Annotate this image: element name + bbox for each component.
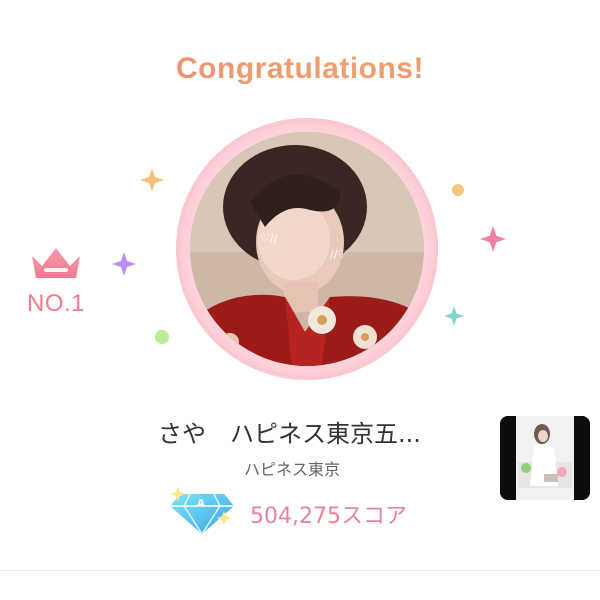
svg-text:A: A: [197, 498, 205, 509]
shop-name[interactable]: ハピネス東京: [244, 456, 340, 480]
svg-text://♡: //♡: [330, 248, 347, 261]
svg-text:♡//: ♡//: [260, 232, 278, 245]
score-value: 504,275スコア: [250, 504, 407, 529]
sparkle-icon: [480, 226, 506, 252]
sparkle-icon: [112, 252, 136, 276]
sparkle-icon: [140, 168, 164, 192]
avatar[interactable]: ♡// //♡: [190, 132, 424, 366]
congratulations-title: Congratulations!: [0, 52, 600, 86]
rank-badge: NO.1: [18, 244, 94, 318]
profile-name[interactable]: さや ハピネス東京五...: [158, 414, 458, 449]
dot-decoration: [155, 330, 169, 344]
thumbnail-image[interactable]: [500, 416, 590, 500]
dot-decoration: [452, 184, 464, 196]
diamond-icon: A: [168, 486, 236, 542]
rank-label: NO.1: [26, 290, 85, 317]
divider: [0, 570, 600, 571]
crown-icon: [28, 248, 84, 288]
sparkle-icon: [444, 306, 464, 326]
